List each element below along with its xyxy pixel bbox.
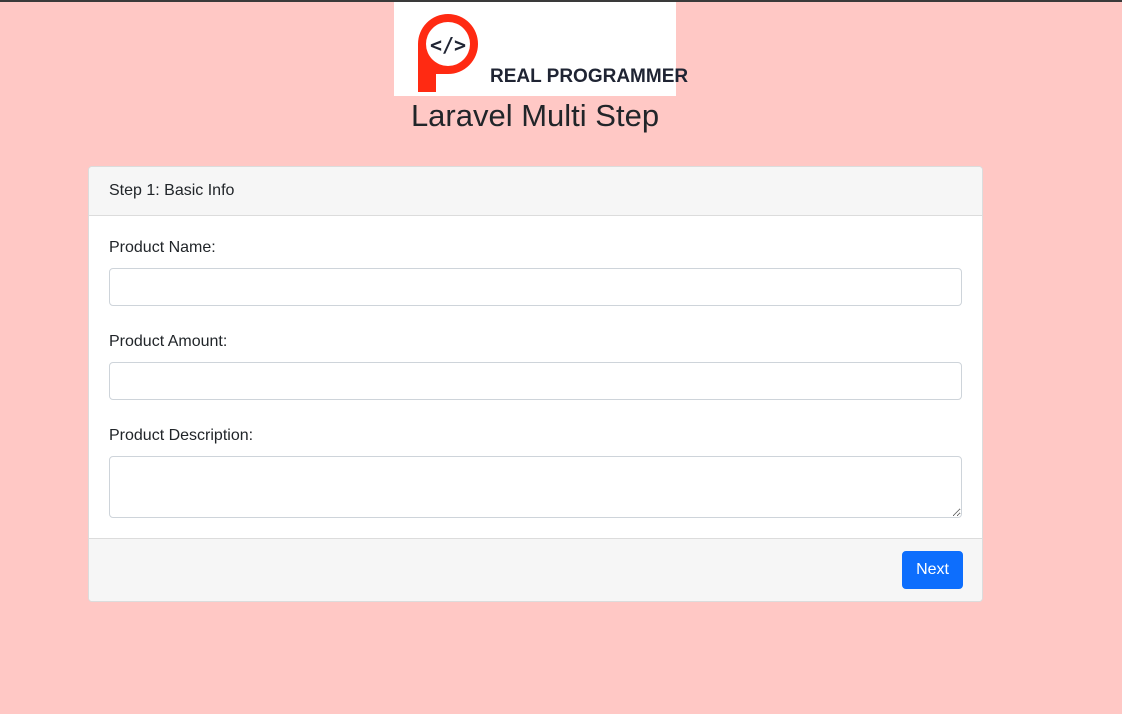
logo-brand-text: REAL PROGRAMMER <box>490 66 689 87</box>
page-title: Laravel Multi Step <box>410 98 660 133</box>
code-brackets-icon: </> <box>418 14 478 92</box>
form-body: Product Name: Product Amount: Product De… <box>89 216 982 518</box>
form-footer: Next <box>89 538 982 601</box>
product-name-input[interactable] <box>109 268 962 306</box>
product-amount-input[interactable] <box>109 362 962 400</box>
product-amount-label: Product Amount: <box>109 333 228 350</box>
product-name-label: Product Name: <box>109 239 216 256</box>
step-header: Step 1: Basic Info <box>89 167 982 216</box>
product-description-textarea[interactable] <box>109 456 962 518</box>
next-button[interactable]: Next <box>902 551 963 589</box>
real-programmer-logo: </> REAL PROGRAMMER <box>394 2 688 96</box>
product-description-label: Product Description: <box>109 427 254 444</box>
multi-step-form-card: Step 1: Basic Info Product Name: Product… <box>88 166 983 602</box>
svg-text:</>: </> <box>430 33 466 57</box>
